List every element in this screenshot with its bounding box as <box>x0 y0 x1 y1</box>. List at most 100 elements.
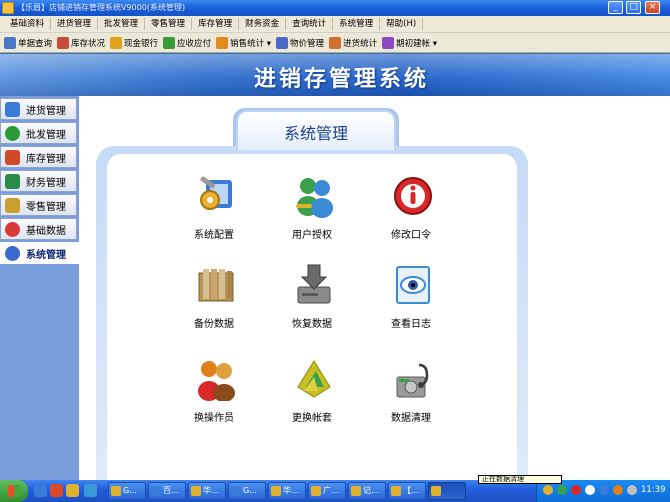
tool-purchase-stats[interactable]: 进货统计 <box>329 36 378 49</box>
change-password-button[interactable]: 修改口令 <box>371 174 451 252</box>
sidebar-item-system[interactable]: 系统管理 <box>0 242 79 264</box>
price-tag-icon <box>276 36 289 49</box>
task-button[interactable]: G... <box>228 482 266 500</box>
sidebar-item-label: 进货管理 <box>26 105 66 117</box>
app-icon <box>351 486 361 496</box>
sidebar-item-wholesale[interactable]: 批发管理 <box>0 122 77 144</box>
item-label: 恢复数据 <box>292 319 332 330</box>
task-button-active[interactable] <box>428 482 466 500</box>
tray-icon[interactable] <box>543 485 553 495</box>
task-label: 广... <box>323 486 339 495</box>
tray-icon[interactable] <box>585 485 595 495</box>
item-label: 数据清理 <box>391 413 431 424</box>
menu-basic-data[interactable]: 基础资料 <box>4 18 52 30</box>
tool-label: 物价管理 <box>290 38 325 49</box>
dollar-icon <box>110 36 123 49</box>
media-icon[interactable] <box>50 484 63 497</box>
task-button[interactable]: G... <box>108 482 146 500</box>
tool-cash-bank[interactable]: 现金银行 <box>110 36 159 49</box>
item-label: 换操作员 <box>194 413 234 424</box>
tool-sales-stats[interactable]: 销售统计 ▾ <box>216 36 272 49</box>
sidebar-item-label: 批发管理 <box>26 129 66 141</box>
tool-label: 进货统计 <box>343 38 378 49</box>
windows-flag-icon <box>8 485 20 497</box>
tool-stock-status[interactable]: 库存状况 <box>57 36 106 49</box>
menu-finance[interactable]: 财务资金 <box>239 18 287 30</box>
menu-help[interactable]: 帮助(H) <box>380 18 424 30</box>
desktop-icon[interactable] <box>84 484 97 497</box>
sidebar-item-label: 基础数据 <box>26 225 66 237</box>
menu-purchase[interactable]: 进货管理 <box>51 18 99 30</box>
tool-document-query[interactable]: 单据查询 <box>4 36 52 49</box>
toolbar: 单据查询 库存状况 现金银行 应收应付 销售统计 ▾ 物价管理 进货统计 期初建… <box>0 33 670 53</box>
item-label: 备份数据 <box>194 319 234 330</box>
tray-balloon: 正在数据清理 <box>478 475 562 484</box>
sidebar-item-label: 库存管理 <box>26 153 66 165</box>
task-label: G... <box>243 486 257 495</box>
change-ledger-button[interactable]: 更换帐套 <box>272 357 352 435</box>
volume-icon[interactable] <box>627 485 637 495</box>
item-label: 更换帐套 <box>292 413 332 424</box>
item-label: 用户授权 <box>292 230 332 241</box>
sidebar-item-retail[interactable]: 零售管理 <box>0 194 77 216</box>
ie-icon[interactable] <box>34 484 47 497</box>
check-circle-icon <box>5 125 20 141</box>
title-bar: 【乐眉】店铺进销存管理系统V9000(系统管理) _ □ × <box>0 0 670 16</box>
task-button[interactable]: 广... <box>308 482 346 500</box>
tool-opening-ledger[interactable]: 期初建帐 ▾ <box>382 36 437 49</box>
task-button[interactable]: 华... <box>188 482 226 500</box>
tool-label: 库存状况 <box>71 38 106 49</box>
tool-receivable-payable[interactable]: 应收应付 <box>163 36 211 49</box>
sidebar-item-purchase[interactable]: 进货管理 <box>0 98 77 120</box>
restore-data-button[interactable]: 恢复数据 <box>272 263 352 341</box>
sales-chart-icon <box>216 36 229 49</box>
archive-box-icon <box>198 269 234 302</box>
maximize-button[interactable]: □ <box>626 1 641 14</box>
view-log-button[interactable]: 查看日志 <box>371 263 451 341</box>
menu-system[interactable]: 系统管理 <box>333 18 381 30</box>
item-label: 修改口令 <box>391 230 431 241</box>
task-button[interactable]: 【... <box>388 482 426 500</box>
sidebar: 进货管理 批发管理 库存管理 财务管理 零售管理 基础数据 系统管理 <box>0 96 79 480</box>
menu-inventory[interactable]: 库存管理 <box>192 18 240 30</box>
tool-label: 销售统计 ▾ <box>230 38 272 49</box>
task-button[interactable]: 华... <box>268 482 306 500</box>
sidebar-item-inventory[interactable]: 库存管理 <box>0 146 77 168</box>
tray-icon[interactable] <box>599 485 609 495</box>
menu-retail[interactable]: 零售管理 <box>145 18 193 30</box>
folder-icon <box>111 486 121 496</box>
backup-data-button[interactable]: 备份数据 <box>174 263 254 341</box>
system-config-button[interactable]: 系统配置 <box>174 174 254 252</box>
tray-icon[interactable] <box>557 485 567 495</box>
minimize-button[interactable]: _ <box>608 1 623 14</box>
sidebar-item-basic-data[interactable]: 基础数据 <box>0 218 77 240</box>
folder-icon[interactable] <box>66 484 79 497</box>
log-eye-icon <box>396 266 430 304</box>
tool-price-management[interactable]: 物价管理 <box>276 36 325 49</box>
task-label: 华... <box>203 486 219 495</box>
task-button[interactable]: 记... <box>348 482 386 500</box>
taskbar: G... 百... 华... G... 华... 广... 记... 【... <box>0 480 670 502</box>
user-authorize-button[interactable]: 用户授权 <box>272 174 352 252</box>
task-button[interactable]: 百... <box>148 482 186 500</box>
task-label: 华... <box>283 486 299 495</box>
purchase-icon <box>329 36 342 49</box>
menu-query[interactable]: 查询统计 <box>286 18 334 30</box>
change-ledger-icon <box>297 360 331 398</box>
tray-icon[interactable] <box>571 485 581 495</box>
ledger-icon <box>382 36 395 49</box>
sidebar-item-finance[interactable]: 财务管理 <box>0 170 77 192</box>
menu-wholesale[interactable]: 批发管理 <box>98 18 146 30</box>
banner-title: 进销存管理系统 <box>254 67 430 92</box>
data-clean-button[interactable]: 数据清理 <box>371 357 451 435</box>
system-config-icon <box>200 176 232 210</box>
item-label: 查看日志 <box>391 319 431 330</box>
clock: 11:39 <box>641 485 666 495</box>
switch-operator-button[interactable]: 换操作员 <box>174 357 254 435</box>
task-label: 记... <box>363 486 379 495</box>
close-button[interactable]: × <box>645 1 660 14</box>
tool-label: 现金银行 <box>124 38 159 49</box>
tray-icon[interactable] <box>613 485 623 495</box>
start-button[interactable] <box>0 480 28 502</box>
banner: 进销存管理系统 <box>0 54 670 96</box>
